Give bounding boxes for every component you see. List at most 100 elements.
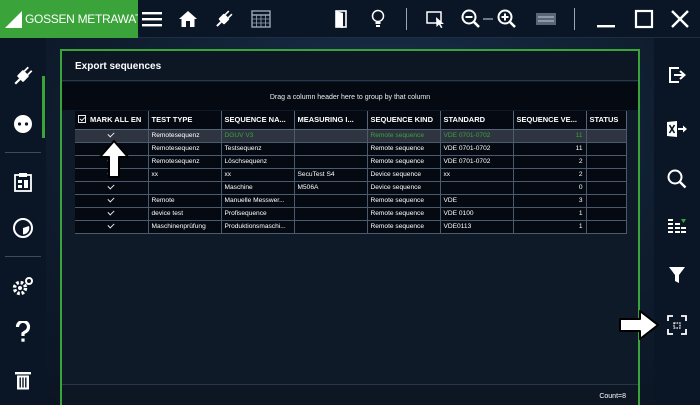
cell-standard xyxy=(440,181,514,195)
trash-icon xyxy=(15,372,31,390)
column-header-sequence-kind[interactable]: SEQUENCE KIND xyxy=(367,111,441,130)
table-row[interactable]: Remotesequenz Testsequenz Remote sequence V… xyxy=(75,142,627,156)
brand-logo: GOSSEN METRAWATT xyxy=(0,0,138,38)
nav-settings[interactable] xyxy=(0,266,46,306)
checkmark-icon[interactable] xyxy=(107,222,115,230)
cell-kind: Device sequence xyxy=(367,181,441,195)
maximize-icon[interactable] xyxy=(632,7,656,31)
row-checkbox-cell[interactable] xyxy=(75,220,149,234)
zoom-in-icon[interactable] xyxy=(496,7,520,31)
row-checkbox-cell[interactable] xyxy=(75,207,149,221)
cell-test-type xyxy=(148,181,222,195)
search-button[interactable] xyxy=(654,162,700,196)
home-icon[interactable] xyxy=(176,7,200,31)
nav-help[interactable] xyxy=(0,312,46,352)
filter-icon xyxy=(669,267,685,283)
checkmark-icon[interactable] xyxy=(107,209,115,217)
cell-test-type: Remote xyxy=(148,194,222,208)
checkmark-icon[interactable] xyxy=(107,131,115,139)
row-count: Count=8 xyxy=(599,393,626,400)
select-icon[interactable] xyxy=(424,7,448,31)
column-header-mark-all[interactable]: MARK ALL EN xyxy=(75,111,149,130)
cell-sequence-name: xx xyxy=(221,168,295,182)
cell-standard: VDE 0701-0702 xyxy=(440,142,514,156)
grid-footer: Count=8 xyxy=(62,384,638,405)
checkmark-icon[interactable] xyxy=(107,196,115,204)
fit-icon xyxy=(667,315,687,335)
column-header-measuring-instrument[interactable]: MEASURING I... xyxy=(294,111,368,130)
checkmark-icon[interactable] xyxy=(107,183,115,191)
cell-test-type: Remotesequenz xyxy=(148,129,222,143)
column-header-sequence-name[interactable]: SEQUENCE NA... xyxy=(221,111,295,130)
filter-button[interactable] xyxy=(654,258,700,292)
door-icon[interactable] xyxy=(330,7,354,31)
excel-export-icon xyxy=(667,121,687,137)
cell-kind: Remote sequence xyxy=(367,220,441,234)
nav-measurements[interactable] xyxy=(0,208,46,248)
fit-to-screen-button[interactable] xyxy=(654,308,700,342)
columns-icon xyxy=(668,219,686,233)
cell-version: 11 xyxy=(513,142,587,156)
export-button[interactable] xyxy=(654,58,700,92)
nav-sockets[interactable] xyxy=(0,104,46,144)
excel-export-button[interactable] xyxy=(654,112,700,146)
group-by-drop-area[interactable]: Drag a column header here to group by th… xyxy=(62,82,638,110)
table-row[interactable]: Maschine M506A Device sequence 0 xyxy=(75,181,627,195)
cell-version: 3 xyxy=(513,194,587,208)
keyboard-icon[interactable] xyxy=(534,7,558,31)
cell-status xyxy=(586,155,627,169)
cell-measuring: SecuTest S4 xyxy=(294,168,368,182)
table-row[interactable]: Remotesequenz Löschsequenz Remote sequence… xyxy=(75,155,627,169)
zoom-slider[interactable] xyxy=(483,18,493,20)
socket-icon xyxy=(14,115,32,133)
cell-status xyxy=(586,181,627,195)
column-label: MARK ALL EN xyxy=(90,115,142,125)
column-header-test-type[interactable]: TEST TYPE xyxy=(148,111,222,130)
cell-kind: Device sequence xyxy=(367,168,441,182)
plug-icon xyxy=(14,66,33,85)
nav-tests[interactable] xyxy=(0,56,46,96)
group-hint-text: Drag a column header here to group by th… xyxy=(269,94,431,101)
calendar-icon[interactable] xyxy=(249,7,273,31)
cell-standard: xx xyxy=(440,168,514,182)
cell-standard: VDE 0701-0702 xyxy=(440,155,514,169)
nav-delete[interactable] xyxy=(0,360,46,400)
column-header-status[interactable]: STATUS xyxy=(586,111,627,130)
mark-all-checkbox[interactable] xyxy=(78,115,86,124)
menu-icon[interactable] xyxy=(140,7,164,31)
cell-standard: VDE 0100 xyxy=(440,207,514,221)
nav-divider xyxy=(5,256,41,257)
zoom-out-icon[interactable] xyxy=(460,7,484,31)
search-icon xyxy=(667,169,687,189)
cell-measuring xyxy=(294,220,368,234)
bulb-icon[interactable] xyxy=(366,7,390,31)
row-checkbox-cell[interactable] xyxy=(75,194,149,208)
cell-status xyxy=(586,168,627,182)
cell-standard: VDE 0701-0702 xyxy=(440,129,514,143)
arrow-up-icon xyxy=(99,140,129,178)
cell-sequence-name: DGUV V3 xyxy=(221,129,295,143)
nav-reports[interactable] xyxy=(0,162,46,202)
columns-button[interactable] xyxy=(654,210,700,244)
close-icon[interactable] xyxy=(668,7,692,31)
cell-measuring xyxy=(294,129,368,143)
table-row[interactable]: device test Profisequence Remote sequence V… xyxy=(75,207,627,221)
table-row[interactable]: xx xx SecuTest S4 Device sequence xx 2 xyxy=(75,168,627,182)
column-header-standard[interactable]: STANDARD xyxy=(440,111,514,130)
export-icon xyxy=(669,67,687,83)
plug-icon[interactable] xyxy=(212,7,236,31)
cell-status xyxy=(586,142,627,156)
row-checkbox-cell[interactable] xyxy=(75,181,149,195)
table-row[interactable]: Maschinenprüfung Produktionsmaschi... Remo… xyxy=(75,220,627,234)
cell-version: 11 xyxy=(513,129,587,143)
cell-status xyxy=(586,194,627,208)
cell-kind: Remote sequence xyxy=(367,142,441,156)
column-header-sequence-version[interactable]: SEQUENCE VE... xyxy=(513,111,587,130)
table-row[interactable]: Remote Manuelle Messwer... Remote sequence… xyxy=(75,194,627,208)
table-row[interactable]: Remotesequenz DGUV V3 Remote sequence VDE 0… xyxy=(75,129,627,143)
minimize-icon[interactable] xyxy=(594,7,618,31)
cell-sequence-name: Testsequenz xyxy=(221,142,295,156)
cell-measuring xyxy=(294,142,368,156)
gauge-icon xyxy=(13,218,33,238)
cell-test-type: xx xyxy=(148,168,222,182)
